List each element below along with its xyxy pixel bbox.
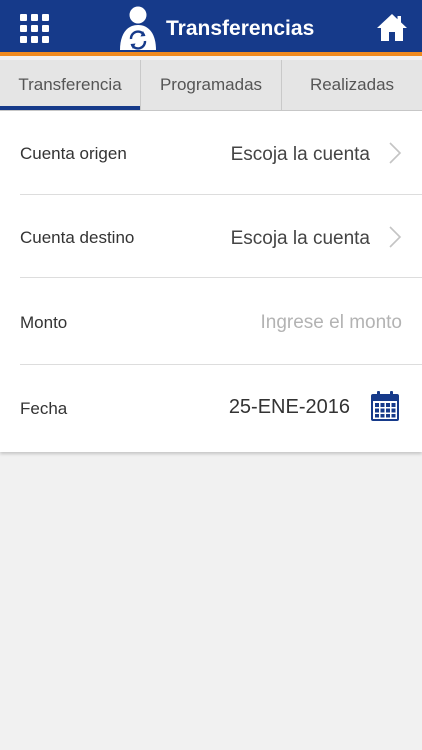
home-icon[interactable] — [376, 11, 408, 43]
destination-account-value: Escoja la cuenta — [230, 228, 370, 249]
date-value[interactable]: 25-ENE-2016 — [229, 396, 350, 419]
tab-bar: Transferencia Programadas Realizadas — [0, 60, 422, 111]
date-row: Fecha 25-ENE-2016 — [0, 365, 422, 452]
chevron-right-icon — [389, 226, 402, 248]
app-header: Transferencias — [0, 0, 422, 56]
transfer-form: Cuenta origen Escoja la cuenta Cuenta de… — [0, 111, 422, 452]
amount-label: Monto — [20, 313, 68, 332]
date-label: Fecha — [20, 399, 68, 418]
amount-row: Monto — [0, 278, 422, 365]
person-transfer-logo — [120, 6, 156, 50]
amount-input[interactable] — [182, 308, 402, 338]
source-account-row[interactable]: Cuenta origen Escoja la cuenta — [0, 111, 422, 195]
source-account-label: Cuenta origen — [20, 144, 127, 163]
calendar-icon[interactable] — [370, 390, 400, 422]
tab-programadas[interactable]: Programadas — [140, 60, 281, 110]
destination-account-label: Cuenta destino — [20, 228, 135, 247]
destination-account-row[interactable]: Cuenta destino Escoja la cuenta — [0, 195, 422, 278]
source-account-value: Escoja la cuenta — [230, 144, 370, 165]
tab-realizadas[interactable]: Realizadas — [281, 60, 422, 110]
page-title: Transferencias — [166, 17, 315, 40]
grid-menu-icon[interactable] — [20, 14, 50, 44]
chevron-right-icon — [389, 142, 402, 164]
tab-transferencia[interactable]: Transferencia — [0, 60, 140, 110]
